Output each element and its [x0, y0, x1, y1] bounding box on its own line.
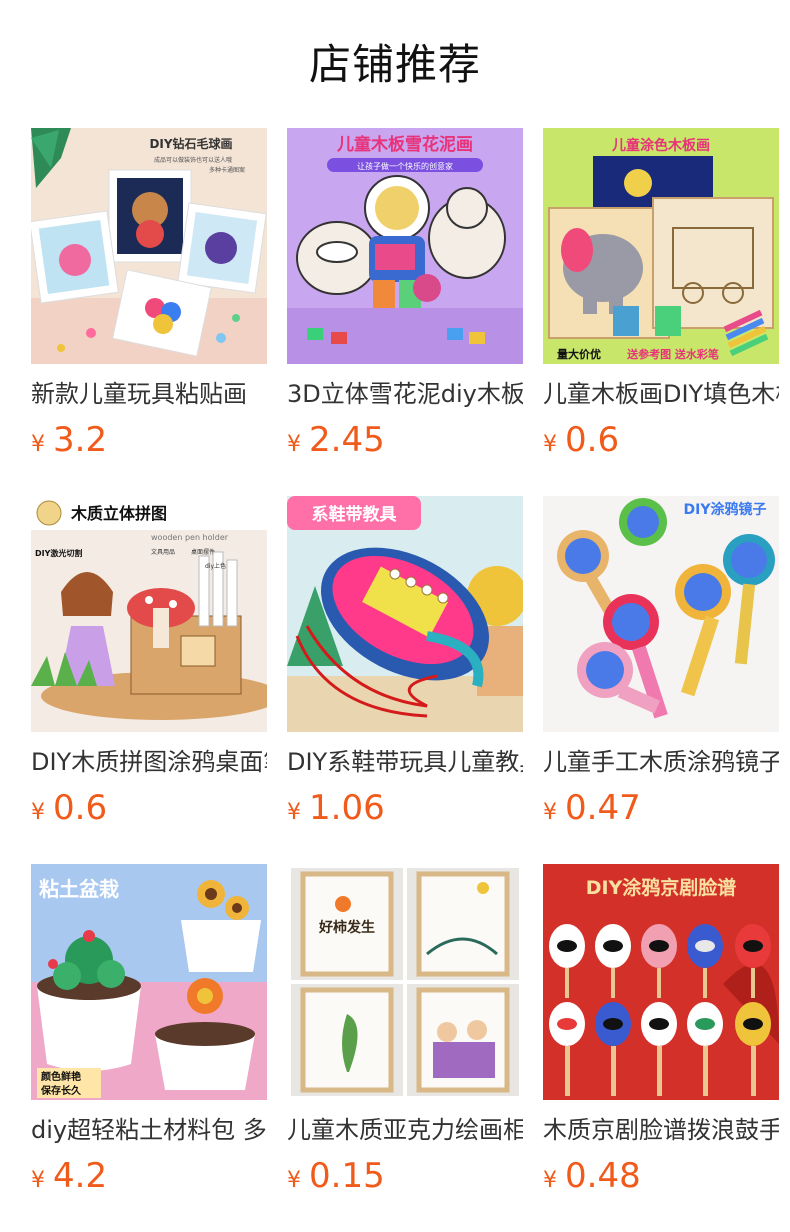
- product-title[interactable]: DIY系鞋带玩具儿童教具: [287, 744, 523, 780]
- product-price: ¥ 0.48: [543, 1154, 779, 1198]
- page-title: 店铺推荐: [308, 40, 481, 89]
- product-card[interactable]: 好柿发生 儿童木质亚克力绘画相框 ¥ 0.15: [287, 864, 523, 1232]
- product-card[interactable]: 系鞋带教具 DIY系鞋带玩具儿童教具 ¥ 1.06: [287, 496, 523, 864]
- currency-symbol: ¥: [287, 800, 301, 825]
- snow-clay-astronaut-picture: 儿童木板雪花泥画 让孩子做一个快乐的创意家: [287, 128, 523, 364]
- product-image[interactable]: 系鞋带教具: [287, 496, 523, 732]
- wooden-pen-holder-picture: 木质立体拼图 wooden pen holder DIY激光切割 文具用品 桌面…: [31, 496, 267, 732]
- product-card[interactable]: 粘土盆栽 颜色鲜艳 保存长久 diy超轻粘土材料包 多肉盆栽 ¥ 4.2: [31, 864, 267, 1232]
- image-subcaption: 颜色鲜艳: [41, 1070, 81, 1083]
- image-caption: 系鞋带教具: [312, 504, 397, 525]
- image-caption: 儿童木板雪花泥画: [336, 134, 473, 155]
- product-price: ¥ 4.2: [31, 1154, 267, 1198]
- image-caption: 好柿发生: [318, 919, 375, 936]
- currency-symbol: ¥: [31, 1168, 45, 1193]
- image-caption: DIY涂鸦镜子: [684, 501, 767, 518]
- product-card[interactable]: 儿童木板雪花泥画 让孩子做一个快乐的创意家 3D立体雪花泥diy木板画 ¥ 2.…: [287, 128, 523, 496]
- currency-symbol: ¥: [31, 432, 45, 457]
- image-caption: 粘土盆栽: [39, 877, 119, 901]
- image-subcaption: 桌面摆件: [191, 548, 215, 556]
- acrylic-frames-picture: 好柿发生: [287, 864, 523, 1100]
- image-subcaption: 让孩子做一个快乐的创意家: [357, 161, 453, 171]
- product-card[interactable]: DIY钻石毛球画 成品可以做装饰也可以送人哦 多种卡通图案 新款儿童玩具粘贴画 …: [31, 128, 267, 496]
- price-value: 2.45: [309, 420, 385, 460]
- product-price: ¥ 0.6: [543, 418, 779, 462]
- opera-masks-picture: DIY涂鸦京剧脸谱: [543, 864, 779, 1100]
- currency-symbol: ¥: [287, 432, 301, 457]
- image-subcaption: 保存长久: [40, 1084, 82, 1097]
- currency-symbol: ¥: [287, 1168, 301, 1193]
- store-recommendation-page: 店铺推荐 DIY钻石毛球画 成品可以做装饰也可以送人哦 多种卡通图案 新款儿童玩…: [0, 0, 790, 1232]
- product-image[interactable]: DIY涂鸦京剧脸谱: [543, 864, 779, 1100]
- product-card[interactable]: DIY涂鸦镜子 儿童手工木质涂鸦镜子 ¥ 0.47: [543, 496, 779, 864]
- image-subcaption: 成品可以做装饰也可以送人哦: [154, 156, 232, 164]
- product-image[interactable]: 儿童涂色木板画 量大价优 送参考图 送水彩笔: [543, 128, 779, 364]
- product-image[interactable]: 好柿发生: [287, 864, 523, 1100]
- product-card[interactable]: 儿童涂色木板画 量大价优 送参考图 送水彩笔 儿童木板画DIY填色木板 ¥ 0.…: [543, 128, 779, 496]
- image-caption: DIY钻石毛球画: [149, 136, 232, 151]
- product-price: ¥ 3.2: [31, 418, 267, 462]
- price-value: 0.15: [309, 1156, 385, 1196]
- product-image[interactable]: 木质立体拼图 wooden pen holder DIY激光切割 文具用品 桌面…: [31, 496, 267, 732]
- image-subcaption: 量大价优: [557, 347, 601, 361]
- clay-pot-plants-picture: 粘土盆栽 颜色鲜艳 保存长久: [31, 864, 267, 1100]
- image-caption: 儿童涂色木板画: [611, 137, 710, 154]
- product-image[interactable]: 儿童木板雪花泥画 让孩子做一个快乐的创意家: [287, 128, 523, 364]
- image-caption: 木质立体拼图: [70, 504, 167, 523]
- currency-symbol: ¥: [31, 800, 45, 825]
- product-title[interactable]: 儿童木质亚克力绘画相框: [287, 1112, 523, 1148]
- currency-symbol: ¥: [543, 432, 557, 457]
- image-subcaption: DIY激光切割: [35, 548, 82, 558]
- currency-symbol: ¥: [543, 1168, 557, 1193]
- image-subcaption: wooden pen holder: [151, 533, 229, 542]
- price-value: 0.6: [565, 420, 620, 460]
- product-price: ¥ 0.6: [31, 786, 267, 830]
- price-value: 1.06: [309, 788, 385, 828]
- price-value: 0.48: [565, 1156, 641, 1196]
- product-image[interactable]: DIY钻石毛球画 成品可以做装饰也可以送人哦 多种卡通图案: [31, 128, 267, 364]
- product-title[interactable]: 儿童手工木质涂鸦镜子: [543, 744, 779, 780]
- product-card[interactable]: 木质立体拼图 wooden pen holder DIY激光切割 文具用品 桌面…: [31, 496, 267, 864]
- image-subcaption: 多种卡通图案: [209, 166, 245, 174]
- image-subcaption: diy上色: [205, 562, 226, 570]
- product-title[interactable]: 新款儿童玩具粘贴画: [31, 376, 267, 412]
- price-value: 0.6: [53, 788, 108, 828]
- product-title[interactable]: diy超轻粘土材料包 多肉盆栽: [31, 1112, 267, 1148]
- price-value: 4.2: [53, 1156, 108, 1196]
- currency-symbol: ¥: [543, 800, 557, 825]
- product-title[interactable]: 3D立体雪花泥diy木板画: [287, 376, 523, 412]
- image-subcaption: 文具用品: [151, 548, 175, 556]
- header: 店铺推荐: [0, 0, 790, 128]
- doodle-mirrors-picture: DIY涂鸦镜子: [543, 496, 779, 732]
- product-title[interactable]: 木质京剧脸谱拨浪鼓手工: [543, 1112, 779, 1148]
- product-title[interactable]: DIY木质拼图涂鸦桌面笔筒: [31, 744, 267, 780]
- product-price: ¥ 2.45: [287, 418, 523, 462]
- product-price: ¥ 0.15: [287, 1154, 523, 1198]
- product-card[interactable]: DIY涂鸦京剧脸谱 木质京剧脸谱拨浪鼓手工 ¥ 0.48: [543, 864, 779, 1232]
- pompom-frames-picture: DIY钻石毛球画 成品可以做装饰也可以送人哦 多种卡通图案: [31, 128, 267, 364]
- shoelace-toy-picture: 系鞋带教具: [287, 496, 523, 732]
- product-grid: DIY钻石毛球画 成品可以做装饰也可以送人哦 多种卡通图案 新款儿童玩具粘贴画 …: [31, 128, 790, 1232]
- product-price: ¥ 0.47: [543, 786, 779, 830]
- product-title[interactable]: 儿童木板画DIY填色木板: [543, 376, 779, 412]
- wood-coloring-board-picture: 儿童涂色木板画 量大价优 送参考图 送水彩笔: [543, 128, 779, 364]
- image-caption: DIY涂鸦京剧脸谱: [586, 876, 737, 899]
- product-price: ¥ 1.06: [287, 786, 523, 830]
- product-image[interactable]: 粘土盆栽 颜色鲜艳 保存长久: [31, 864, 267, 1100]
- image-subcaption: 送参考图 送水彩笔: [626, 347, 719, 361]
- product-image[interactable]: DIY涂鸦镜子: [543, 496, 779, 732]
- price-value: 0.47: [565, 788, 641, 828]
- price-value: 3.2: [53, 420, 108, 460]
